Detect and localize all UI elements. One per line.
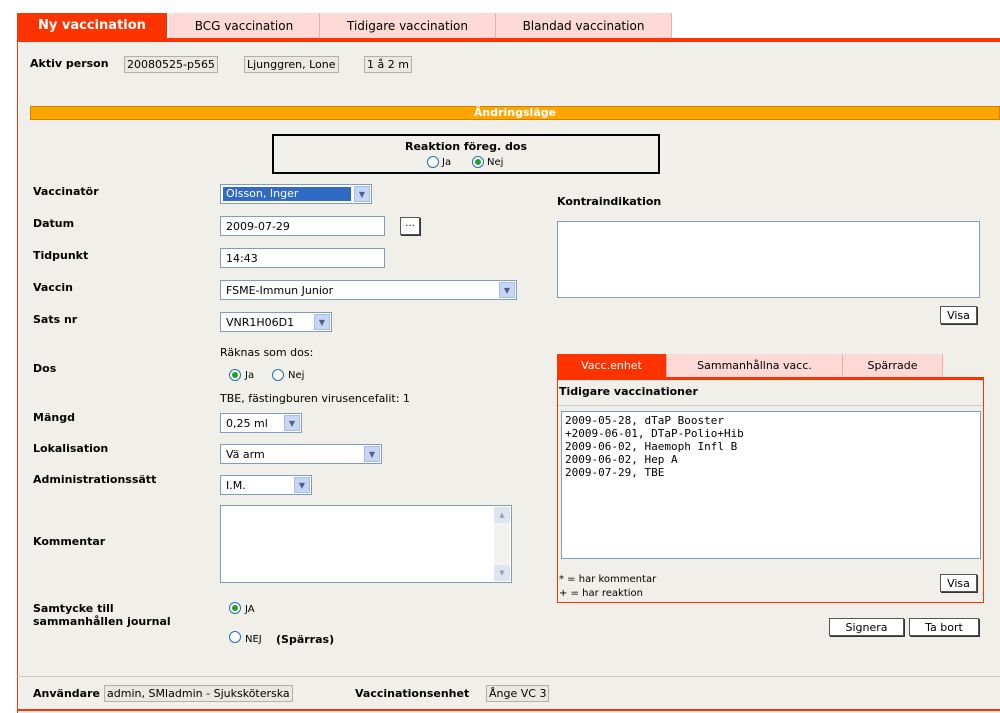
person-id: 20080525-p565 xyxy=(124,56,218,73)
dos-label: Dos xyxy=(33,362,57,375)
admin-label: Administrationssätt xyxy=(33,473,157,486)
vaccin-select[interactable]: FSME-Immun Junior ▼ xyxy=(220,280,517,300)
chevron-down-icon[interactable]: ▼ xyxy=(284,415,300,431)
unit-value: Ånge VC 3 xyxy=(486,685,550,702)
chevron-down-icon[interactable]: ▼ xyxy=(364,446,380,462)
main-tabbar: Ny vaccination BCG vaccination Tidigare … xyxy=(17,13,1000,39)
kommentar-scrollbar[interactable]: ▲ ▼ xyxy=(494,507,510,581)
history-title: Tidigare vaccinationer xyxy=(559,385,698,398)
scroll-up-icon[interactable]: ▲ xyxy=(494,507,510,523)
datum-label: Datum xyxy=(33,217,75,230)
kontraindikation-textarea[interactable] xyxy=(557,221,980,298)
sign-button[interactable]: Signera xyxy=(829,618,904,636)
reaction-title: Reaktion föreg. dos xyxy=(404,140,527,153)
scroll-down-icon[interactable]: ▼ xyxy=(494,565,510,581)
footer-divider xyxy=(17,676,1000,677)
dos-yes-label: Ja xyxy=(245,370,255,381)
kommentar-label: Kommentar xyxy=(33,535,106,548)
kommentar-textarea[interactable]: ▲ ▼ xyxy=(220,505,512,583)
dos-info: TBE, fästingburen virusencefalit: 1 xyxy=(220,392,410,405)
tab-blandad-vaccination[interactable]: Blandad vaccination xyxy=(496,13,672,39)
tab-tidigare-vaccination[interactable]: Tidigare vaccination xyxy=(320,13,496,39)
unit-label: Vaccinationsenhet xyxy=(355,687,470,700)
admin-value: I.M. xyxy=(226,479,246,492)
samtycke-no-label: NEJ xyxy=(245,634,262,645)
tidpunkt-field[interactable]: 14:43 xyxy=(220,248,385,268)
history-panel: Tidigare vaccinationer 2009-05-28, dTaP … xyxy=(557,377,984,603)
kontraindikation-visa-button[interactable]: Visa xyxy=(940,306,977,324)
samtycke-yes-label: JA xyxy=(245,604,255,615)
history-visa-button[interactable]: Visa xyxy=(940,574,977,592)
history-list[interactable]: 2009-05-28, dTaP Booster +2009-06-01, DT… xyxy=(561,411,981,559)
history-divider xyxy=(558,405,983,406)
chevron-down-icon[interactable]: ▼ xyxy=(294,477,310,493)
history-item[interactable]: 2009-07-29, TBE xyxy=(565,466,977,479)
history-panel-topline xyxy=(558,378,983,380)
chevron-down-icon[interactable]: ▼ xyxy=(354,186,370,202)
vaccinator-label: Vaccinatör xyxy=(33,185,99,198)
history-item[interactable]: 2009-06-02, Hep A xyxy=(565,453,977,466)
person-age: 1 å 2 m xyxy=(364,56,412,73)
delete-button[interactable]: Ta bort xyxy=(909,618,979,636)
chevron-down-icon[interactable]: ▼ xyxy=(314,314,330,330)
person-name: Ljunggren, Lone xyxy=(244,56,339,73)
lokalisation-label: Lokalisation xyxy=(33,442,109,455)
reaction-no-label: Nej xyxy=(487,157,504,168)
lokalisation-select[interactable]: Vä arm ▼ xyxy=(220,444,382,464)
tidpunkt-label: Tidpunkt xyxy=(33,249,89,262)
tab-sparrade[interactable]: Spärrade xyxy=(843,354,943,378)
vaccinator-value: Olsson, Inger xyxy=(223,187,351,201)
mangd-select[interactable]: 0,25 ml ▼ xyxy=(220,413,302,433)
kontraindikation-label: Kontraindikation xyxy=(557,195,662,208)
reaction-yes-radio[interactable] xyxy=(427,156,439,168)
samtycke-label-1: Samtycke till xyxy=(33,602,114,615)
active-person-label: Aktiv person xyxy=(30,57,109,70)
datum-field[interactable]: 2009-07-29 xyxy=(220,216,385,236)
user-value: admin, SMIadmin - Sjuksköterska xyxy=(104,685,293,702)
reaction-previous-dose-box: Reaktion föreg. dos Ja Nej xyxy=(272,134,660,174)
tab-bcg-vaccination[interactable]: BCG vaccination xyxy=(169,13,320,39)
lokalisation-value: Vä arm xyxy=(226,448,265,461)
history-item[interactable]: +2009-06-01, DTaP-Polio+Hib xyxy=(565,427,977,440)
tab-sammanhallna-vacc[interactable]: Sammanhållna vacc. xyxy=(667,354,843,378)
tab-vacc-enhet[interactable]: Vacc.enhet xyxy=(557,354,667,378)
chevron-down-icon[interactable]: ▼ xyxy=(499,282,515,298)
admin-select[interactable]: I.M. ▼ xyxy=(220,475,312,495)
reaction-no-radio[interactable] xyxy=(472,156,484,168)
mangd-label: Mängd xyxy=(33,411,75,424)
raknas-som-dos-label: Räknas som dos: xyxy=(220,346,314,359)
legend-comment: * = har kommentar xyxy=(559,574,657,585)
samtycke-no-radio[interactable] xyxy=(229,631,241,643)
samtycke-label-2: sammanhållen journal xyxy=(33,615,171,628)
tab-ny-vaccination[interactable]: Ny vaccination xyxy=(17,13,167,39)
history-item[interactable]: 2009-06-02, Haemoph Infl B xyxy=(565,440,977,453)
mode-bar: Ändringsläge xyxy=(30,106,1000,120)
datum-picker-button[interactable]: ... xyxy=(400,217,420,235)
history-item[interactable]: 2009-05-28, dTaP Booster xyxy=(565,414,977,427)
vaccin-value: FSME-Immun Junior xyxy=(226,284,334,297)
vaccin-label: Vaccin xyxy=(33,281,73,294)
footer-bottom-line xyxy=(17,709,1000,711)
reaction-yes-label: Ja xyxy=(442,157,452,168)
sats-value: VNR1H06D1 xyxy=(226,316,295,329)
samtycke-yes-radio[interactable] xyxy=(229,602,241,614)
samtycke-no-extra: (Spärras) xyxy=(276,633,335,646)
dos-no-radio[interactable] xyxy=(272,369,284,381)
dos-yes-radio[interactable] xyxy=(229,369,241,381)
legend-reaction: + = har reaktion xyxy=(559,588,643,599)
sats-label: Sats nr xyxy=(33,313,78,326)
sats-select[interactable]: VNR1H06D1 ▼ xyxy=(220,312,332,332)
dos-no-label: Nej xyxy=(288,370,305,381)
mangd-value: 0,25 ml xyxy=(226,417,268,430)
history-tabbar: Vacc.enhet Sammanhållna vacc. Spärrade xyxy=(557,354,983,378)
vaccinator-select[interactable]: Olsson, Inger ▼ xyxy=(220,184,372,204)
user-label: Användare xyxy=(33,687,100,700)
